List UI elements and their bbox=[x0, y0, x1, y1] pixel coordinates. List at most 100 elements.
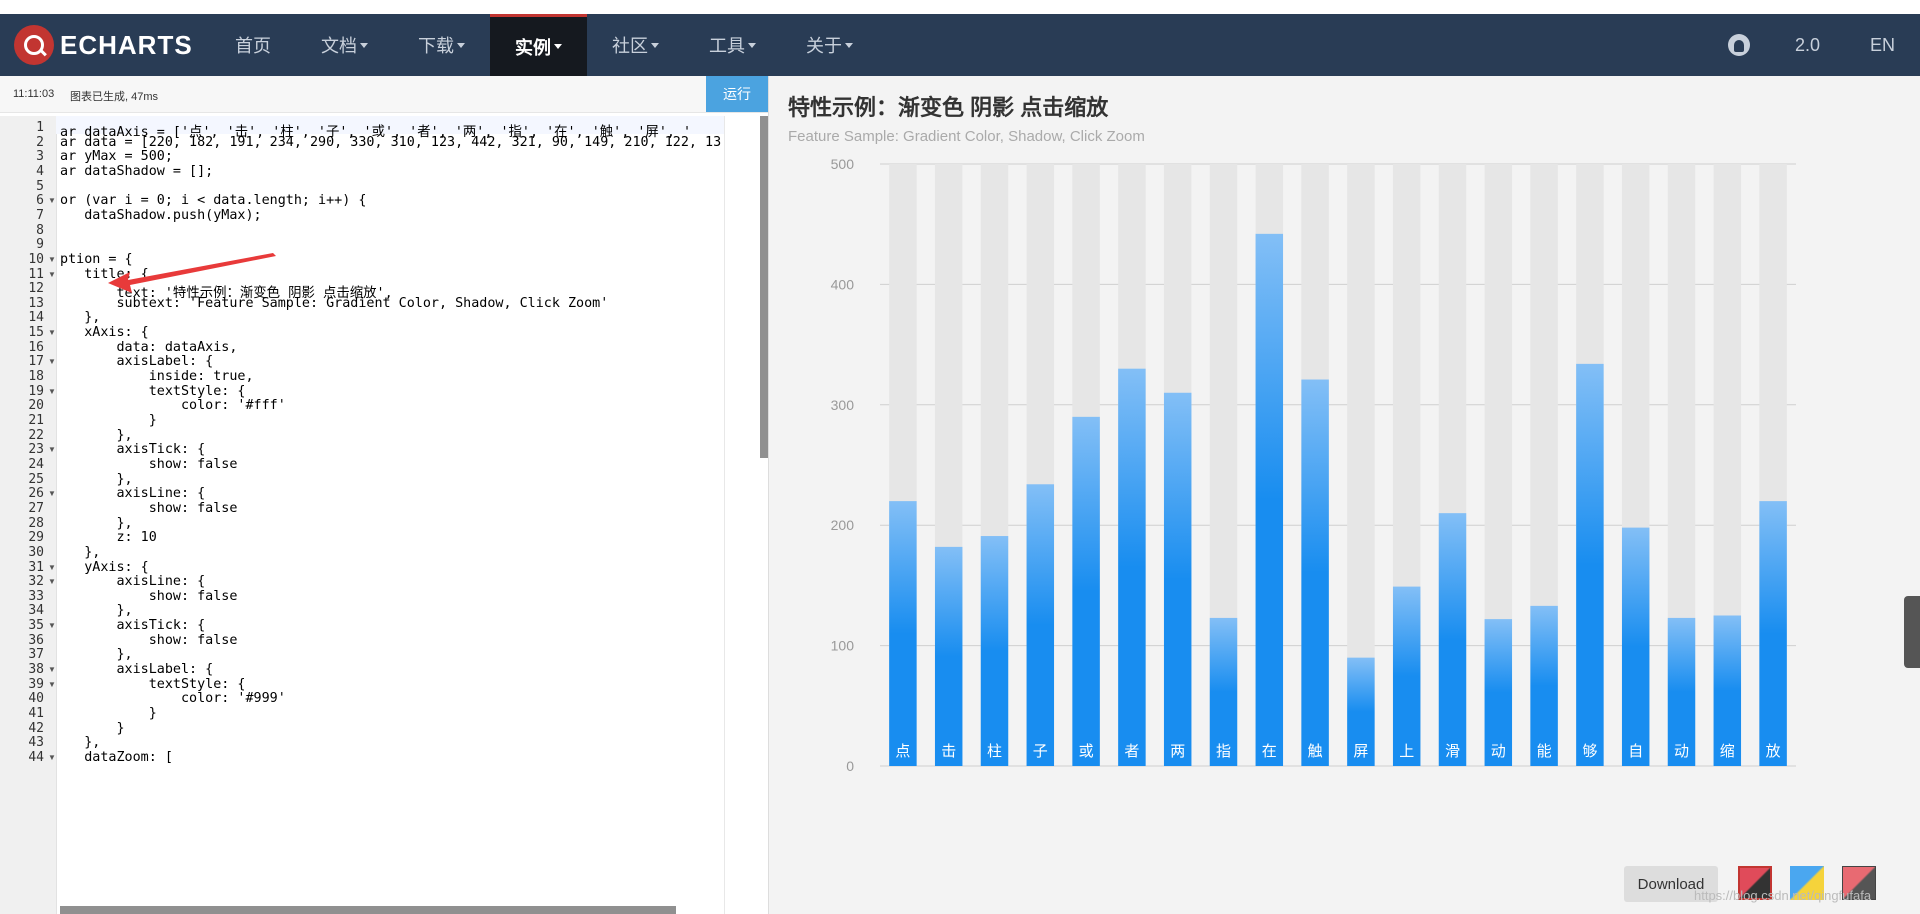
bar[interactable] bbox=[1576, 363, 1604, 766]
nav-item-5[interactable]: 工具 bbox=[684, 14, 781, 76]
fold-toggle-icon[interactable]: ▼ bbox=[48, 621, 56, 630]
x-category-label: 能 bbox=[1537, 742, 1552, 760]
bar[interactable] bbox=[1621, 527, 1650, 766]
line-number: 29 bbox=[28, 530, 44, 546]
line-number: 25 bbox=[28, 471, 44, 487]
chart-subtitle: Feature Sample: Gradient Color, Shadow, … bbox=[788, 128, 1145, 145]
code-line: } bbox=[60, 413, 157, 428]
x-category-label: 动 bbox=[1674, 742, 1689, 760]
code-line: } bbox=[116, 720, 125, 736]
vertical-scrollbar[interactable] bbox=[760, 116, 768, 458]
echarts-logo-icon bbox=[14, 25, 54, 65]
bar[interactable] bbox=[980, 536, 1009, 766]
bar[interactable] bbox=[934, 546, 963, 766]
nav-item-3[interactable]: 实例 bbox=[490, 14, 587, 76]
line-number: 43 bbox=[28, 735, 44, 751]
echarts-logo[interactable]: ECHARTS bbox=[14, 24, 193, 66]
code-line: }, bbox=[60, 647, 133, 663]
code-line: yAxis: { bbox=[60, 559, 149, 575]
red-arrow-annotation bbox=[108, 253, 276, 293]
fold-toggle-icon[interactable]: ▼ bbox=[48, 563, 56, 572]
x-category-label: 点 bbox=[895, 742, 910, 760]
line-number: 2 bbox=[36, 134, 44, 150]
fold-toggle-icon[interactable]: ▼ bbox=[48, 196, 56, 205]
nav-item-0[interactable]: 首页 bbox=[210, 14, 296, 76]
code-line: axisTick: { bbox=[60, 618, 206, 634]
x-category-label: 者 bbox=[1124, 742, 1139, 760]
bar[interactable] bbox=[1255, 233, 1284, 766]
fold-toggle-icon[interactable]: ▼ bbox=[48, 255, 56, 264]
line-number: 39 bbox=[28, 676, 44, 692]
fold-toggle-icon[interactable]: ▼ bbox=[48, 665, 56, 674]
fold-toggle-icon[interactable]: ▼ bbox=[48, 577, 56, 586]
caret-down-icon bbox=[554, 44, 562, 49]
fold-toggle-icon[interactable]: ▼ bbox=[48, 270, 56, 279]
bar[interactable] bbox=[1163, 392, 1192, 766]
code-area[interactable]: var dataAxis = ['点', '击', '柱', '子', '或',… bbox=[60, 116, 750, 874]
bar[interactable] bbox=[1759, 501, 1787, 766]
github-icon[interactable] bbox=[1727, 34, 1750, 56]
y-tick-label: 0 bbox=[846, 758, 854, 774]
x-category-label: 自 bbox=[1628, 742, 1643, 760]
caret-down-icon bbox=[360, 42, 368, 48]
fold-toggle-icon[interactable]: ▼ bbox=[48, 680, 56, 689]
line-number: 17 bbox=[28, 354, 44, 370]
fold-toggle-icon[interactable]: ▼ bbox=[48, 328, 56, 337]
horizontal-scrollbar[interactable] bbox=[60, 906, 676, 914]
fold-toggle-icon[interactable]: ▼ bbox=[48, 489, 56, 498]
bar[interactable] bbox=[1438, 513, 1467, 766]
fold-toggle-icon[interactable]: ▼ bbox=[48, 387, 56, 396]
nav-item-label: 文档 bbox=[321, 36, 357, 56]
code-line: }, bbox=[60, 471, 133, 487]
line-number: 23 bbox=[28, 442, 44, 458]
code-line: axisLabel: { bbox=[60, 662, 214, 678]
x-category-label: 动 bbox=[1491, 742, 1506, 760]
nav-item-6[interactable]: 关于 bbox=[781, 14, 878, 76]
code-line: inside: true, bbox=[60, 369, 254, 385]
code-line: subtext: 'Feature Sample: Gradient Color… bbox=[60, 295, 609, 311]
x-category-label: 击 bbox=[941, 742, 956, 760]
side-feedback-tab[interactable] bbox=[1904, 596, 1920, 668]
status-message: 图表已生成, 47ms bbox=[70, 91, 159, 103]
language-switch[interactable]: EN bbox=[1845, 35, 1920, 56]
bar-chart[interactable]: 0 100 200 300 400 500 点 击 柱 子 或 者 两 指 在 触 屏 上 滑 动 能 够 自 动 缩 放 bbox=[770, 76, 1920, 856]
fold-toggle-icon[interactable]: ▼ bbox=[48, 357, 56, 366]
code-line: axisTick: { bbox=[60, 442, 206, 458]
run-button[interactable]: 运行 bbox=[706, 76, 768, 112]
line-number: 34 bbox=[28, 603, 44, 619]
code-line: z: 10 bbox=[60, 530, 157, 546]
y-tick-label: 200 bbox=[831, 517, 855, 533]
bar[interactable] bbox=[1118, 368, 1146, 766]
code-line: xAxis: { bbox=[60, 325, 149, 341]
line-number: 41 bbox=[28, 706, 44, 721]
fold-toggle-icon[interactable]: ▼ bbox=[48, 753, 56, 762]
nav-item-4[interactable]: 社区 bbox=[587, 14, 684, 76]
line-number: 13 bbox=[28, 295, 44, 311]
line-number: 12 bbox=[28, 281, 44, 297]
bar[interactable] bbox=[889, 501, 917, 766]
line-number: 36 bbox=[28, 632, 44, 648]
bar[interactable] bbox=[1026, 484, 1055, 766]
fold-toggle-icon[interactable]: ▼ bbox=[48, 445, 56, 454]
code-line: var yMax = 500; bbox=[60, 149, 173, 165]
x-category-label: 够 bbox=[1582, 742, 1597, 760]
version-link[interactable]: 2.0 bbox=[1770, 35, 1845, 56]
line-number: 15 bbox=[28, 325, 44, 341]
code-line: var data = [220, 182, 191, 234, 290, 330… bbox=[60, 134, 722, 150]
nav-item-1[interactable]: 文档 bbox=[296, 14, 393, 76]
line-number: 26 bbox=[28, 486, 44, 502]
code-line: axisLine: { bbox=[60, 486, 206, 502]
nav-item-label: 社区 bbox=[612, 36, 648, 56]
x-category-label: 屏 bbox=[1353, 742, 1368, 760]
line-number: 22 bbox=[28, 427, 44, 443]
browser-top-strip bbox=[0, 0, 1920, 14]
line-number-gutter: 1 2 3 4 5 6 ▼ 7 8 9 10 ▼ 11 ▼ 12 13 14 15 ▼ 16 17 ▼ 18 19 ▼ 20 21 2… bbox=[0, 116, 57, 914]
bar[interactable] bbox=[1072, 416, 1100, 766]
bar[interactable] bbox=[1301, 379, 1329, 766]
nav-item-2[interactable]: 下载 bbox=[393, 14, 490, 76]
bar[interactable] bbox=[1392, 586, 1421, 766]
line-number: 6 bbox=[36, 193, 44, 209]
code-line: show: false bbox=[60, 632, 238, 648]
code-line: }, bbox=[84, 310, 101, 326]
x-category-label: 滑 bbox=[1445, 742, 1460, 760]
